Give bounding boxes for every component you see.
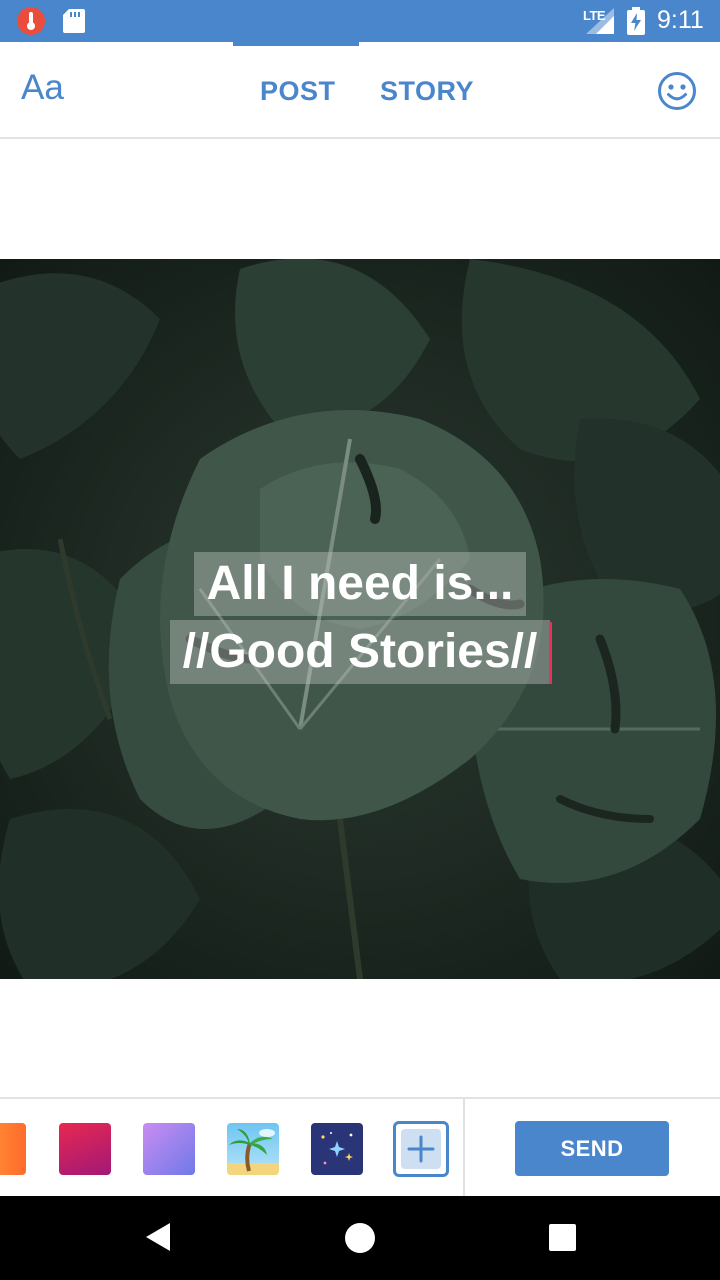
swatch-orange-gradient[interactable] (0, 1123, 26, 1175)
back-triangle-icon[interactable] (144, 1222, 172, 1252)
story-text-line-1[interactable]: All I need is... (194, 552, 526, 616)
font-style-button[interactable]: Aa (21, 68, 64, 108)
swatch-palm-tree-image[interactable] (227, 1123, 279, 1175)
palm-tree-icon (227, 1129, 279, 1175)
system-navigation-bar (0, 1196, 720, 1280)
story-canvas[interactable]: All I need is... //Good Stories// (0, 259, 720, 979)
plus-icon (407, 1135, 435, 1163)
clock: 9:11 (657, 6, 704, 34)
swatch-purple-gradient[interactable] (143, 1123, 195, 1175)
thermometer-notification-icon (17, 7, 45, 35)
tab-post[interactable]: POST (260, 76, 336, 107)
tab-story[interactable]: STORY (380, 76, 474, 107)
network-type-label: LTE (583, 8, 606, 23)
background-picker[interactable] (0, 1099, 463, 1196)
status-bar: LTE 9:11 (0, 0, 720, 42)
home-circle-icon[interactable] (345, 1223, 375, 1253)
battery-charging-icon (627, 7, 645, 40)
add-background-button[interactable] (393, 1121, 449, 1177)
monstera-leaves-photo (0, 259, 720, 979)
top-app-bar: Aa POST STORY (0, 42, 720, 139)
swatch-starry-night-image[interactable] (311, 1123, 363, 1175)
send-button[interactable]: SEND (515, 1121, 669, 1176)
smiley-icon[interactable] (657, 71, 697, 116)
swatch-pink-gradient[interactable] (59, 1123, 111, 1175)
sd-card-icon (63, 9, 85, 38)
stars-icon (321, 1132, 353, 1165)
story-text-line-2[interactable]: //Good Stories// (170, 620, 550, 684)
text-cursor (549, 622, 552, 684)
divider (463, 1099, 465, 1196)
recents-square-icon[interactable] (549, 1224, 576, 1251)
bottom-tool-bar: SEND (0, 1097, 720, 1196)
selected-tab-indicator (233, 42, 359, 46)
